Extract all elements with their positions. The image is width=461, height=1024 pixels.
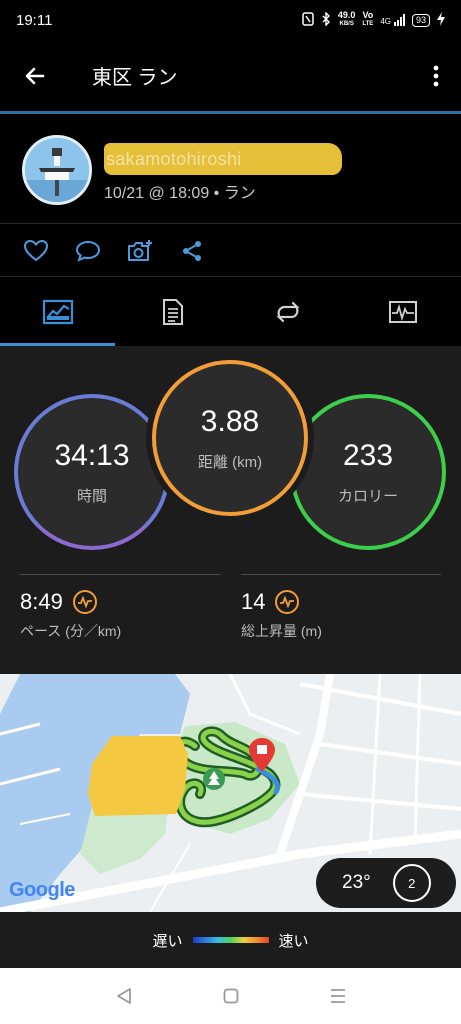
nav-back-button[interactable] <box>104 976 144 1016</box>
bluetooth-icon <box>321 10 331 29</box>
activity-header: sakamotohiroshi 10/21 @ 18:09 • ラン <box>0 117 461 224</box>
nav-home-button[interactable] <box>211 976 251 1016</box>
calories-value: 233 <box>342 438 394 472</box>
time-value: 34:13 <box>54 438 130 472</box>
legend-gradient <box>192 937 269 943</box>
back-button[interactable] <box>0 39 70 113</box>
share-icon <box>183 240 201 261</box>
divider <box>20 574 220 575</box>
nfc-icon <box>302 11 314 29</box>
pace-value: 8:49 <box>20 589 63 614</box>
status-icons: 49.0 KB/S Vo LTE 4G 93 <box>302 11 445 29</box>
username[interactable]: sakamotohiroshi <box>104 143 342 175</box>
temperature-value: 23° <box>342 872 371 893</box>
app-bar: 東区 ラン <box>0 40 461 114</box>
ascent-chart-icon[interactable] <box>275 590 300 614</box>
signal-icon: 4G <box>380 14 405 26</box>
tab-details[interactable] <box>115 278 230 346</box>
comment-button[interactable] <box>74 237 102 265</box>
ascent-label: 総上昇量 (m) <box>241 623 322 639</box>
tab-chart[interactable] <box>346 278 461 346</box>
status-bar: 19:11 49.0 KB/S Vo LTE 4G 93 <box>0 0 461 40</box>
page-title: 東区 ラン <box>92 67 178 89</box>
square-home-icon <box>223 988 238 1004</box>
pace-chart-icon[interactable] <box>72 590 97 614</box>
volte-indicator: Vo LTE <box>362 10 374 28</box>
more-options-button[interactable] <box>411 39 461 113</box>
pace-metric[interactable]: 8:49 ペース (分／km) <box>20 574 220 641</box>
activity-datetime: 10/21 @ 18:09 • ラン <box>104 185 256 202</box>
google-logo: Google <box>9 879 75 901</box>
calories-ring[interactable]: 233 カロリー <box>290 394 446 550</box>
stats-panel: 34:13 時間 233 カロリー 3.88 距離 (km) 8:49 ペース … <box>0 346 461 674</box>
triangle-back-icon <box>116 988 131 1004</box>
ascent-value: 14 <box>241 589 266 614</box>
more-vert-icon <box>433 65 439 86</box>
avatar[interactable] <box>22 135 92 205</box>
network-speed: 49.0 KB/S <box>337 10 356 28</box>
heart-icon <box>23 239 49 261</box>
pace-legend: 遅い 速い <box>0 912 461 968</box>
add-photo-button[interactable] <box>126 237 154 265</box>
calories-label: カロリー <box>337 487 398 505</box>
divider <box>241 574 441 575</box>
distance-label: 距離 (km) <box>197 453 263 471</box>
arrow-back-icon <box>25 67 45 84</box>
nav-recents-button[interactable] <box>318 976 358 1016</box>
legend-slow-label: 遅い <box>152 932 183 950</box>
activity-tabs <box>0 278 461 346</box>
ascent-metric[interactable]: 14 総上昇量 (m) <box>241 574 441 641</box>
share-button[interactable] <box>178 237 206 265</box>
avatar-image <box>25 138 89 202</box>
time-ring[interactable]: 34:13 時間 <box>14 394 170 550</box>
wind-indicator: 2 <box>392 864 431 902</box>
battery-indicator: 93 <box>411 13 430 27</box>
route-map[interactable]: Google 23° 2 <box>0 674 461 912</box>
username-text: sakamotohiroshi <box>106 149 242 169</box>
time-label: 時間 <box>76 487 107 505</box>
tab-laps[interactable] <box>231 278 346 346</box>
distance-ring[interactable]: 3.88 距離 (km) <box>152 360 308 516</box>
like-button[interactable] <box>22 237 50 265</box>
tab-overview[interactable] <box>0 278 116 346</box>
status-time: 19:11 <box>16 11 53 29</box>
menu-lines-icon <box>330 989 345 1003</box>
distance-value: 3.88 <box>200 404 260 438</box>
overview-icon <box>42 299 73 325</box>
laps-icon <box>276 301 300 323</box>
chart-icon <box>389 301 418 323</box>
comment-icon <box>75 240 101 262</box>
camera-plus-icon <box>128 239 152 261</box>
legend-fast-label: 速い <box>278 932 309 950</box>
pace-label: ペース (分／km) <box>20 623 122 639</box>
action-row <box>0 225 461 277</box>
details-icon <box>162 299 183 325</box>
system-nav-bar <box>0 968 461 1024</box>
weather-badge[interactable]: 23° 2 <box>316 858 456 908</box>
charging-icon <box>437 11 445 29</box>
